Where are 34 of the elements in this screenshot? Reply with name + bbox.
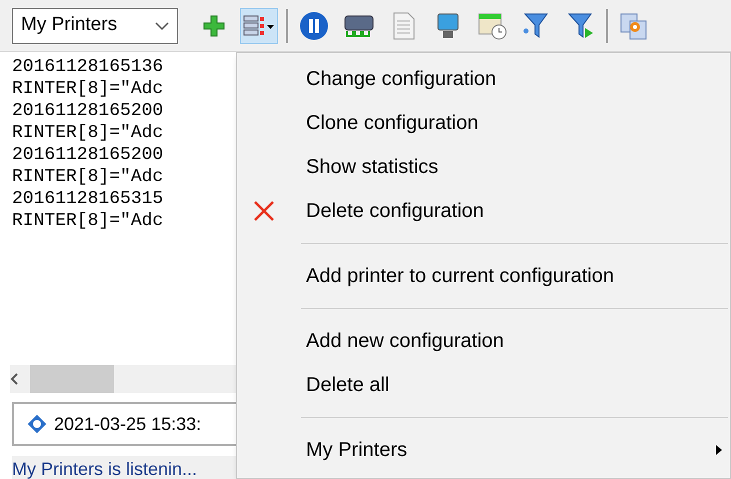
menu-item[interactable]: Add new configuration <box>237 319 730 363</box>
document-icon <box>392 12 416 40</box>
log-line: 20161128165136 <box>12 56 164 78</box>
log-line: RINTER[8]="Adc <box>12 78 164 100</box>
horizontal-scrollbar[interactable] <box>10 365 236 393</box>
log-line: 20161128165200 <box>12 144 164 166</box>
info-icon <box>26 413 48 435</box>
plus-icon <box>202 14 226 38</box>
log-line: RINTER[8]="Adc <box>12 210 164 232</box>
log-line: 20161128165315 <box>12 188 164 210</box>
menu-item[interactable]: Delete configuration <box>237 189 730 233</box>
hardware-icon <box>343 12 375 38</box>
pause-icon <box>299 10 329 40</box>
menu-item[interactable]: Add printer to current configuration <box>237 254 730 298</box>
chevron-down-icon <box>155 20 169 30</box>
menu-item[interactable]: Clone configuration <box>237 101 730 145</box>
printer-dropdown[interactable]: My Printers <box>12 8 178 44</box>
filter-icon <box>565 10 595 40</box>
calendar-clock-icon <box>477 12 507 40</box>
menu-item[interactable]: Change configuration <box>237 57 730 101</box>
monitor-icon <box>435 12 461 40</box>
log-line: RINTER[8]="Adc <box>12 122 164 144</box>
log-line: 20161128165200 <box>12 100 164 122</box>
delete-x-icon <box>253 200 275 222</box>
menu-item[interactable]: Show statistics <box>237 145 730 189</box>
submenu-arrow-icon <box>716 445 722 455</box>
toolbar-button[interactable] <box>240 8 278 44</box>
list-icon <box>243 14 275 38</box>
scrollbar-thumb[interactable] <box>30 365 114 393</box>
status-text: My Printers is listenin... <box>12 459 198 479</box>
filter-icon <box>521 10 551 40</box>
settings-icon <box>619 10 649 40</box>
scroll-left-icon <box>10 373 18 385</box>
log-line: RINTER[8]="Adc <box>12 166 164 188</box>
